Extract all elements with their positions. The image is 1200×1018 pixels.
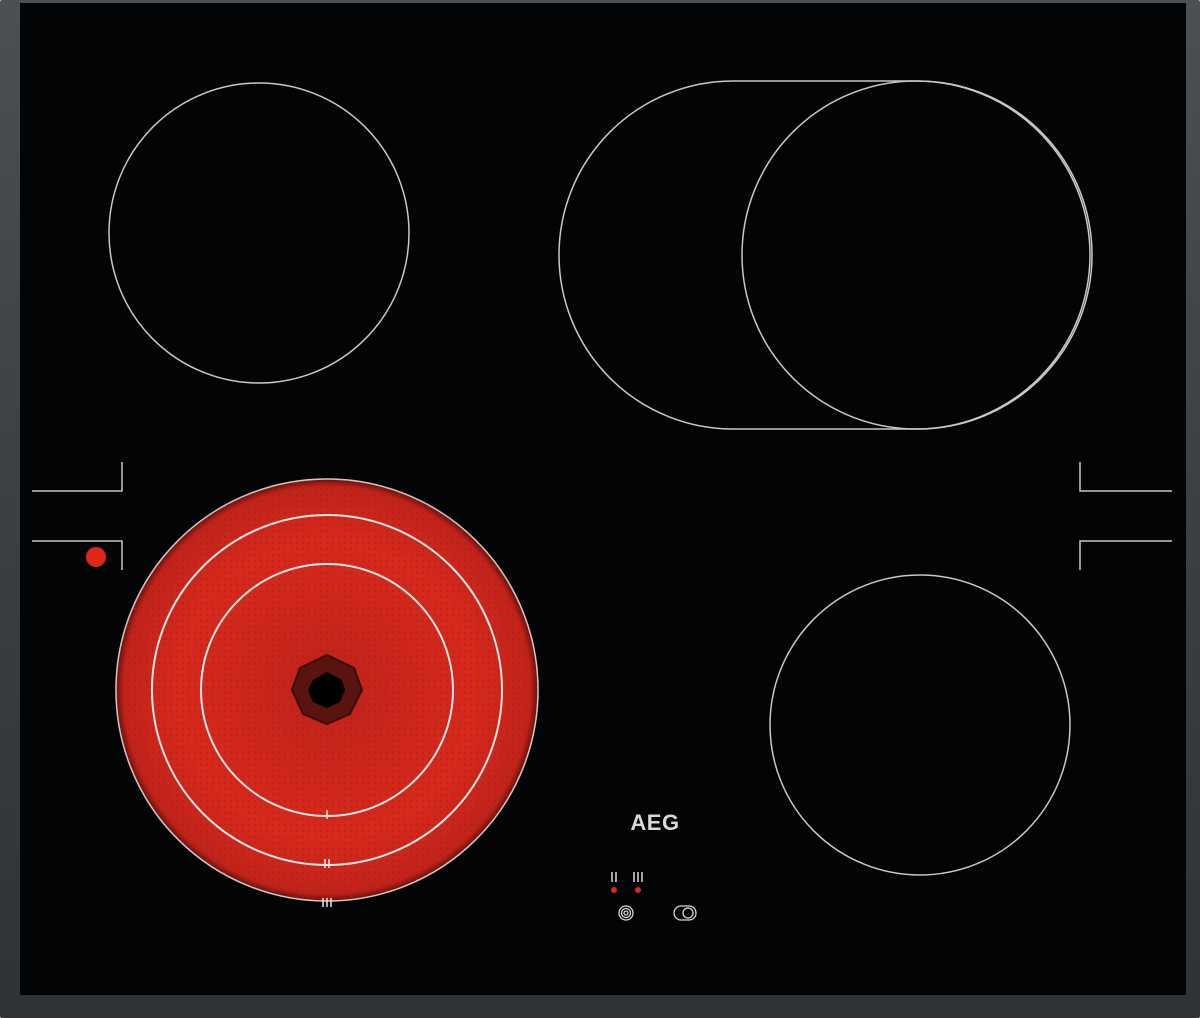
indicator-dot-right bbox=[635, 887, 641, 893]
left-zone-brackets bbox=[32, 462, 123, 570]
cooking-zone-rear-right bbox=[741, 80, 1091, 430]
cooktop-drawing bbox=[32, 80, 1172, 921]
right-zone-brackets bbox=[1079, 462, 1172, 570]
residual-heat-indicator-light bbox=[86, 547, 106, 567]
oval-zone-icon bbox=[673, 905, 697, 921]
brand-logo: AEG bbox=[630, 810, 680, 835]
extension-mark-iii bbox=[633, 872, 643, 882]
triple-ring-icon bbox=[618, 905, 634, 921]
cooking-zone-front-left bbox=[115, 478, 539, 907]
cooking-zone-rear-left bbox=[108, 82, 410, 384]
cooking-zone-rear-right-extension bbox=[558, 80, 1093, 430]
cooking-zone-front-right bbox=[769, 574, 1071, 876]
extension-mark-ii bbox=[611, 872, 617, 882]
indicator-dot-left bbox=[611, 887, 617, 893]
